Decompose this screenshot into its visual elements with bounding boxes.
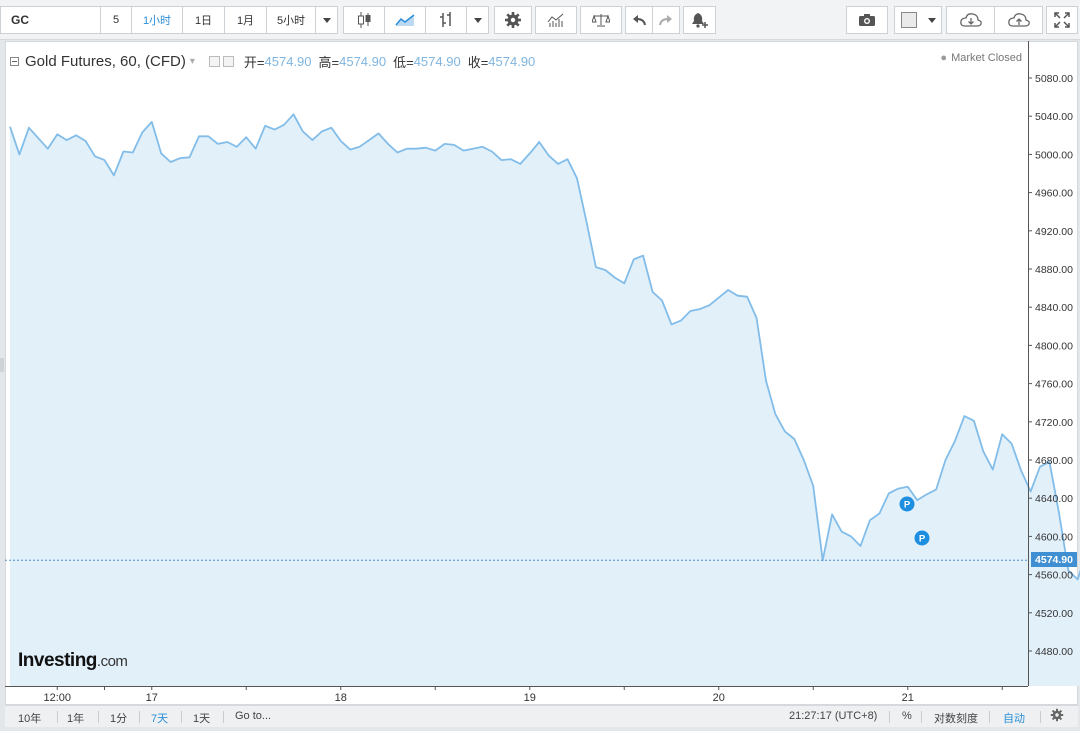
y-tick-label: 4560.00 (1035, 570, 1073, 582)
y-tick-label: 5040.00 (1035, 111, 1073, 123)
log-scale-toggle[interactable]: 对数刻度 (934, 710, 978, 726)
chart-legend: Gold Futures, 60, (CFD) ▾ 开= 4574.90 高= 45… (10, 50, 535, 72)
y-tick-label: 4960.00 (1035, 188, 1073, 200)
y-tick-label: 4840.00 (1035, 302, 1073, 314)
close-value: 4574.90 (488, 53, 536, 69)
y-tick-label: 4920.00 (1035, 226, 1073, 238)
divider (989, 711, 990, 723)
y-tick-label: 4600.00 (1035, 531, 1073, 543)
divider (889, 711, 890, 723)
y-tick-label: 5000.00 (1035, 149, 1073, 161)
y-tick-label: 4880.00 (1035, 264, 1073, 276)
event-marker-label: P (904, 500, 911, 511)
scale-settings-button[interactable] (1050, 708, 1064, 725)
low-value: 4574.90 (413, 53, 461, 69)
close-label: 收= (467, 54, 489, 70)
open-label: 开= (243, 54, 265, 70)
x-tick-label: 19 (524, 692, 536, 704)
y-tick-label: 4640.00 (1035, 493, 1073, 505)
logo-suffix: .com (96, 653, 128, 670)
drawing-panel-handle (0, 358, 4, 372)
percent-scale-toggle[interactable]: % (902, 710, 912, 722)
event-marker-label: P (919, 534, 926, 545)
y-tick-label: 4720.00 (1035, 417, 1073, 429)
collapse-legend-icon[interactable] (10, 56, 19, 66)
last-price-label: 4574.90 (1031, 552, 1077, 567)
title-dropdown-icon[interactable]: ▾ (190, 56, 195, 67)
divider (139, 711, 140, 723)
x-tick-label: 17 (146, 692, 158, 704)
high-label: 高= (318, 54, 340, 70)
x-tick-label: 12:00 (43, 692, 71, 704)
x-tick-label: 20 (713, 692, 725, 704)
y-tick-label: 4480.00 (1035, 646, 1073, 658)
instrument-title[interactable]: Gold Futures, 60, (CFD) (25, 53, 186, 70)
divider (921, 711, 922, 723)
divider (98, 711, 99, 723)
high-value: 4574.90 (339, 53, 387, 69)
divider (181, 711, 182, 723)
bottom-bar: 10年 1年 1分 7天 1天 Go to... 21:27:17 (UTC+8… (5, 705, 1078, 727)
settings-gear-icon (1050, 708, 1064, 722)
divider (57, 711, 58, 723)
range-10y-button[interactable]: 10年 (18, 710, 41, 726)
logo-main: Investing (18, 650, 97, 671)
divider (223, 711, 224, 723)
goto-button[interactable]: Go to... (235, 710, 271, 722)
y-tick-label: 5080.00 (1035, 73, 1073, 85)
open-value: 4574.90 (264, 53, 312, 69)
range-1y-button[interactable]: 1年 (67, 710, 84, 726)
market-status: ● Market Closed (940, 52, 1022, 64)
y-tick-label: 4520.00 (1035, 608, 1073, 620)
range-1d-button[interactable]: 1天 (193, 710, 210, 726)
series-settings-icon[interactable] (222, 55, 234, 67)
low-label: 低= (393, 54, 414, 70)
clock-timezone[interactable]: 21:27:17 (UTC+8) (789, 710, 877, 722)
auto-scale-toggle[interactable]: 自动 (1003, 710, 1025, 726)
range-1m-button[interactable]: 1分 (110, 710, 127, 726)
price-chart[interactable]: 4480.00 4520.00 4560.00 4600.00 4640.00 4680.… (0, 0, 1080, 731)
y-tick-label: 4760.00 (1035, 379, 1073, 391)
y-tick-label: 4800.00 (1035, 340, 1073, 352)
status-dot-icon: ● (940, 52, 948, 64)
investing-logo: Investing.com (18, 650, 128, 672)
y-tick-label: 4680.00 (1035, 455, 1073, 467)
x-tick-label: 21 (902, 692, 914, 704)
hide-series-icon[interactable] (208, 55, 220, 67)
x-tick-label: 18 (335, 692, 347, 704)
area-fill (10, 114, 1080, 686)
market-status-text: Market Closed (951, 52, 1022, 64)
range-7d-button[interactable]: 7天 (151, 710, 168, 726)
divider (1040, 711, 1041, 723)
